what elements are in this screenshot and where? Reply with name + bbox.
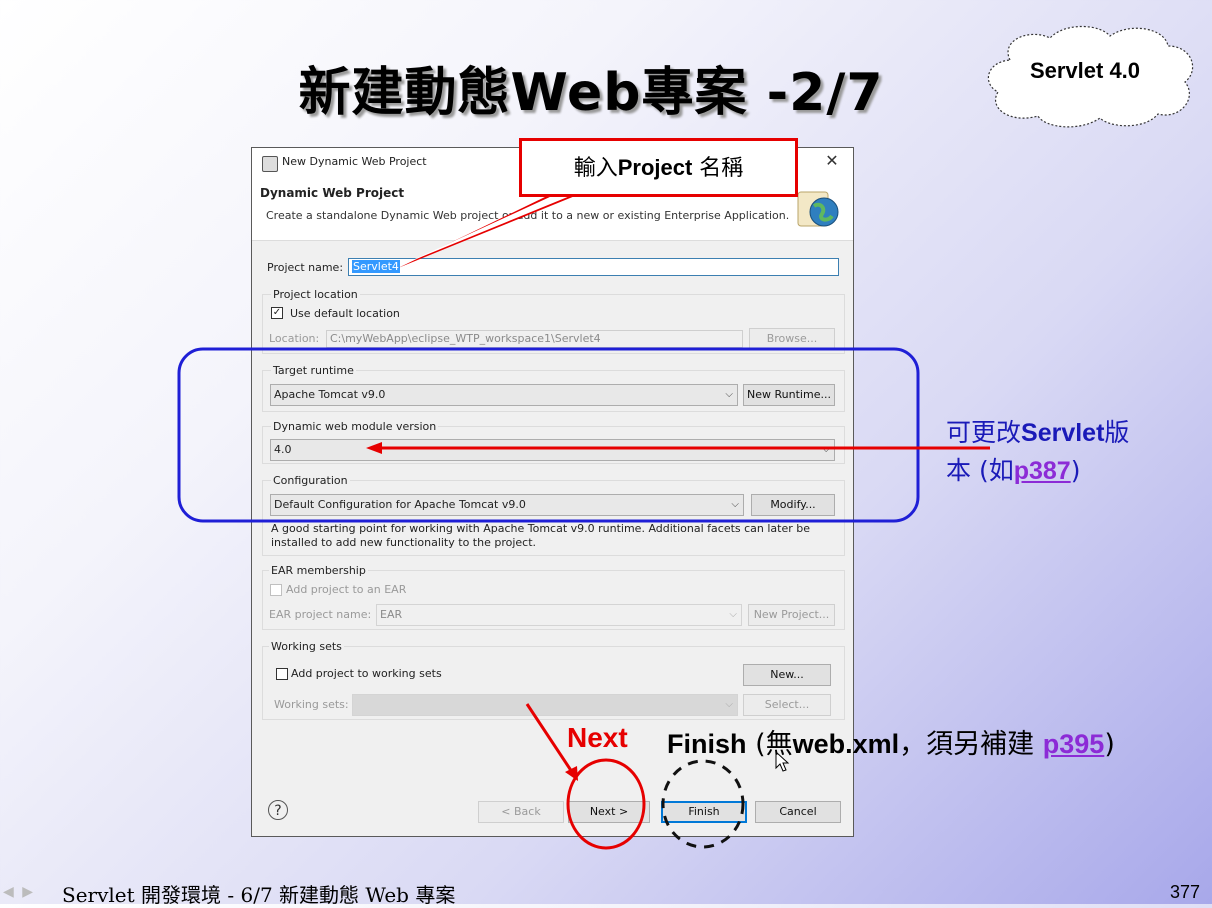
configuration-value: Default Configuration for Apache Tomcat … bbox=[274, 498, 526, 511]
slide-nav-icons[interactable]: ◀ ▶ bbox=[3, 884, 35, 900]
project-location-legend: Project location bbox=[271, 288, 360, 301]
finish-note: Finish (無web.xml，須另補建 p395) bbox=[667, 722, 1115, 761]
ear-project-select[interactable]: EAR ⌵ bbox=[376, 604, 742, 626]
note-text: 版 bbox=[1104, 418, 1130, 447]
finish-note-text: ) bbox=[1104, 729, 1115, 760]
finish-note-text: (無 bbox=[746, 729, 793, 760]
window-title: New Dynamic Web Project bbox=[282, 155, 427, 168]
ear-project-value: EAR bbox=[380, 608, 403, 621]
page-link-p395[interactable]: p395 bbox=[1043, 729, 1105, 759]
add-to-working-sets-checkbox[interactable] bbox=[276, 668, 288, 680]
back-button[interactable]: < Back bbox=[478, 801, 564, 823]
wizard-description: Create a standalone Dynamic Web project … bbox=[266, 209, 790, 222]
module-version-select[interactable]: 4.0 ⌵ bbox=[270, 439, 835, 461]
use-default-location-label: Use default location bbox=[290, 307, 400, 320]
configuration-select[interactable]: Default Configuration for Apache Tomcat … bbox=[270, 494, 744, 516]
new-project-button[interactable]: New Project... bbox=[748, 604, 835, 626]
finish-note-bold: web.xml bbox=[792, 729, 900, 759]
chevron-down-icon: ⌵ bbox=[725, 389, 733, 400]
select-working-sets-button[interactable]: Select... bbox=[743, 694, 831, 716]
note-text-bold: Servlet bbox=[1021, 419, 1105, 447]
project-name-input[interactable]: Servlet4 bbox=[348, 258, 839, 276]
finish-note-text: ，須另補建 bbox=[899, 729, 1043, 760]
web-project-globe-icon bbox=[797, 191, 839, 227]
chevron-down-icon: ⌵ bbox=[729, 609, 737, 620]
use-default-location-checkbox[interactable]: ✓ bbox=[271, 307, 283, 319]
eclipse-window-icon bbox=[262, 156, 278, 172]
wizard-heading: Dynamic Web Project bbox=[260, 186, 405, 200]
servlet-version-badge: Servlet 4.0 bbox=[1029, 58, 1141, 83]
note-text: 可更改 bbox=[946, 418, 1022, 447]
ear-membership-legend: EAR membership bbox=[269, 564, 368, 577]
configuration-description-line1: A good starting point for working with A… bbox=[271, 522, 811, 535]
module-version-legend: Dynamic web module version bbox=[271, 420, 439, 433]
target-runtime-legend: Target runtime bbox=[271, 364, 356, 377]
add-to-working-sets-label: Add project to working sets bbox=[291, 667, 442, 680]
location-input[interactable]: C:\myWebApp\eclipse_WTP_workspace1\Servl… bbox=[326, 330, 743, 348]
chevron-down-icon: ⌵ bbox=[731, 499, 739, 510]
new-runtime-button[interactable]: New Runtime... bbox=[743, 384, 835, 406]
add-to-ear-checkbox[interactable] bbox=[270, 584, 282, 596]
working-sets-label: Working sets: bbox=[274, 698, 349, 711]
chevron-down-icon: ⌵ bbox=[725, 699, 733, 710]
next-note: Next bbox=[567, 722, 628, 753]
ear-project-name-label: EAR project name: bbox=[269, 608, 372, 621]
finish-note-bold: Finish bbox=[667, 729, 747, 759]
working-sets-legend: Working sets bbox=[269, 640, 344, 653]
working-sets-select[interactable]: ⌵ bbox=[352, 694, 738, 716]
callout-bold: Project bbox=[617, 155, 693, 180]
callout-suffix: 名稱 bbox=[692, 156, 744, 181]
project-name-value: Servlet4 bbox=[352, 260, 400, 273]
target-runtime-select[interactable]: Apache Tomcat v9.0 ⌵ bbox=[270, 384, 738, 406]
new-working-set-button[interactable]: New... bbox=[743, 664, 831, 686]
project-name-label: Project name: bbox=[267, 261, 344, 274]
chevron-down-icon: ⌵ bbox=[822, 444, 830, 455]
modify-button[interactable]: Modify... bbox=[751, 494, 835, 516]
configuration-legend: Configuration bbox=[271, 474, 350, 487]
close-icon[interactable]: ✕ bbox=[822, 151, 842, 170]
help-icon[interactable]: ? bbox=[268, 800, 288, 820]
page-number: 377 bbox=[1170, 882, 1201, 902]
location-label: Location: bbox=[269, 332, 320, 345]
add-to-ear-label: Add project to an EAR bbox=[286, 583, 407, 596]
configuration-description-line2: installed to add new functionality to th… bbox=[271, 536, 537, 549]
module-version-value: 4.0 bbox=[274, 443, 292, 456]
target-runtime-value: Apache Tomcat v9.0 bbox=[274, 388, 386, 401]
callout-prefix: 輸入 bbox=[573, 156, 618, 181]
servlet-version-note: 可更改Servlet版 本 (如p387) bbox=[946, 414, 1186, 490]
note-text: ) bbox=[1070, 456, 1081, 485]
browse-button[interactable]: Browse... bbox=[749, 328, 835, 350]
project-name-callout: 輸入Project 名稱 bbox=[519, 138, 798, 197]
page-link-p387[interactable]: p387 bbox=[1014, 457, 1071, 485]
note-text: 本 (如 bbox=[946, 456, 1014, 485]
cancel-button[interactable]: Cancel bbox=[755, 801, 841, 823]
finish-button[interactable]: Finish bbox=[661, 801, 747, 823]
next-button[interactable]: Next > bbox=[568, 801, 650, 823]
